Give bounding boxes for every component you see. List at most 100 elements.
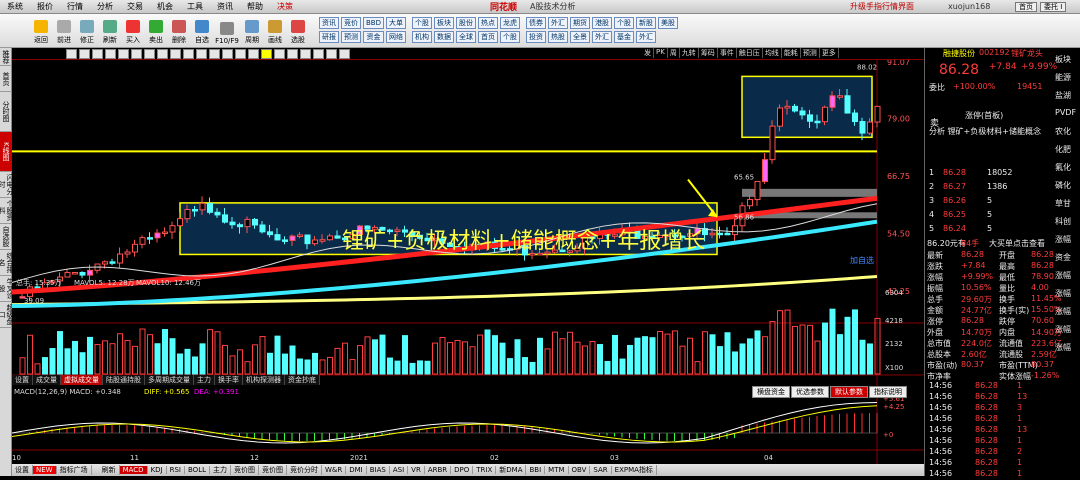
draw-tool-2[interactable] (92, 49, 103, 59)
toolbar-g2-button-5[interactable]: 机构 (412, 31, 432, 43)
sidebar-tab-0[interactable]: 推荐 (0, 48, 12, 66)
indicator-tab-23[interactable]: MTM (545, 466, 569, 474)
indicator-tab-24[interactable]: OBV (569, 466, 591, 474)
period-button-4[interactable]: 筹码 (699, 48, 718, 58)
draw-tool-8[interactable] (170, 49, 181, 59)
draw-tool-20[interactable] (326, 49, 337, 59)
toolbar-g3-button-10[interactable]: 外汇 (592, 31, 612, 43)
indicator-tab-11[interactable]: 竞价图 (259, 465, 287, 475)
toolbar-g3-button-3[interactable]: 港股 (592, 17, 612, 29)
period-button-6[interactable]: 触日压 (737, 48, 763, 58)
toolbar-g1-button-1[interactable]: 竞价 (341, 17, 361, 29)
draw-tool-14[interactable] (248, 49, 259, 59)
toolbar-g3-button-2[interactable]: 期货 (570, 17, 590, 29)
toolbar-g2-button-8[interactable]: 首页 (478, 31, 498, 43)
draw-tool-18[interactable] (300, 49, 311, 59)
volume-tab-3[interactable]: 陆股通持股 (103, 375, 145, 385)
toolbar-g2-button-1[interactable]: 板块 (434, 17, 454, 29)
menu-help[interactable]: 帮助 (240, 1, 270, 12)
draw-tool-4[interactable] (118, 49, 129, 59)
toolbar-g1-button-7[interactable]: 网络 (386, 31, 406, 43)
volume-tab-1[interactable]: 成交量 (33, 375, 61, 385)
menu-trade[interactable]: 交易 (120, 1, 150, 12)
period-button-9[interactable]: 预测 (801, 48, 820, 58)
sidebar-tab-5[interactable]: 个股资料 (0, 198, 14, 224)
draw-tool-6[interactable] (144, 49, 155, 59)
menu-quote[interactable]: 报价 (30, 1, 60, 12)
indicator-param-tab-0[interactable]: 横盘资金 (752, 386, 790, 398)
sidebar-tab-6[interactable]: 自选股 (0, 224, 12, 250)
forward-button[interactable]: 前进 (53, 17, 75, 47)
indicator-tab-13[interactable]: W&R (322, 466, 347, 474)
volume-tab-8[interactable]: 资金抄底 (285, 375, 320, 385)
indicator-tab-7[interactable]: RSI (167, 466, 185, 474)
indicator-param-tab-1[interactable]: 优选参数 (791, 386, 829, 398)
sidebar-tab-4[interactable]: 闪电分时 (0, 172, 14, 198)
sidebar-tab-9[interactable]: 超级盘口 (0, 302, 14, 328)
draw-tool-15[interactable] (261, 49, 272, 59)
toolbar-g3-button-9[interactable]: 全景 (570, 31, 590, 43)
toolbar-g2-button-7[interactable]: 全球 (456, 31, 476, 43)
menu-opportunity[interactable]: 机会 (150, 1, 180, 12)
toolbar-g2-button-6[interactable]: 数据 (434, 31, 454, 43)
indicator-tab-17[interactable]: VR (408, 466, 425, 474)
period-button-10[interactable]: 更多 (820, 48, 839, 58)
draw-tool-3[interactable] (105, 49, 116, 59)
period-button-8[interactable]: 能耗 (782, 48, 801, 58)
draw-tool-12[interactable] (222, 49, 233, 59)
toolbar-g1-button-5[interactable]: 预测 (341, 31, 361, 43)
period-button-0[interactable]: 发 (642, 48, 654, 58)
watchlist-button[interactable]: 自选 (191, 17, 213, 47)
toolbar-g3-button-12[interactable]: 外汇 (636, 31, 656, 43)
indicator-tab-20[interactable]: TRIX (473, 466, 497, 474)
pick-stock-button[interactable]: 选股 (287, 17, 309, 47)
draw-tool-5[interactable] (131, 49, 142, 59)
menu-tools[interactable]: 工具 (180, 1, 210, 12)
toolbar-g1-button-2[interactable]: BBD (363, 17, 384, 29)
kline-chart[interactable]: 91.0779.0066.7554.5042.2588.0239.0965.65… (12, 48, 924, 476)
indicator-tab-19[interactable]: DPO (451, 466, 474, 474)
period-button-1[interactable]: PK (654, 48, 668, 58)
menu-analysis[interactable]: 分析 (90, 1, 120, 12)
indicator-tab-4[interactable]: 刷新 (99, 465, 120, 475)
period-button-5[interactable]: 事件 (718, 48, 737, 58)
draw-tool-10[interactable] (196, 49, 207, 59)
toolbar-g3-button-4[interactable]: 个股 (614, 17, 634, 29)
toolbar-g2-button-2[interactable]: 股份 (456, 17, 476, 29)
upgrade-link[interactable]: 升级手指行情界面 (850, 1, 914, 12)
draw-tool-11[interactable] (209, 49, 220, 59)
refresh-button[interactable]: 刷新 (99, 17, 121, 47)
volume-tab-4[interactable]: 多周期成交量 (145, 375, 194, 385)
indicator-tab-5[interactable]: MACD (119, 466, 148, 474)
buy-button[interactable]: 买入 (122, 17, 144, 47)
indicator-tab-15[interactable]: BIAS (367, 466, 390, 474)
period-button[interactable]: 周期 (241, 17, 263, 47)
period-button-2[interactable]: 周 (668, 48, 680, 58)
volume-tab-0[interactable]: 设置 (12, 375, 33, 385)
sidebar-tab-2[interactable]: 分时图 (0, 92, 12, 132)
indicator-tab-8[interactable]: BOLL (185, 466, 210, 474)
back-button[interactable]: 返回 (30, 17, 52, 47)
volume-tab-5[interactable]: 主力 (194, 375, 215, 385)
draw-tool-16[interactable] (274, 49, 285, 59)
indicator-tab-25[interactable]: SAR (590, 466, 612, 474)
sidebar-tab-1[interactable]: 首页 (0, 66, 12, 92)
f10-button[interactable]: F10/F9 (214, 17, 240, 47)
draw-tool-9[interactable] (183, 49, 194, 59)
toolbar-g3-button-11[interactable]: 基金 (614, 31, 634, 43)
toolbar-g1-button-6[interactable]: 资金 (363, 31, 384, 43)
toolbar-g3-button-8[interactable]: 热股 (548, 31, 568, 43)
toolbar-g2-button-4[interactable]: 龙虎 (500, 17, 520, 29)
indicator-tab-0[interactable]: 设置 (12, 465, 33, 475)
indicator-tab-16[interactable]: ASI (390, 466, 409, 474)
volume-tab-7[interactable]: 机构探测器 (243, 375, 285, 385)
indicator-tab-21[interactable]: 新DMA (496, 465, 527, 475)
sidebar-tab-7[interactable]: 综合排名 (0, 250, 14, 276)
toolbar-g3-button-6[interactable]: 美股 (658, 17, 678, 29)
indicator-tab-6[interactable]: KDJ (148, 466, 167, 474)
indicator-tab-1[interactable]: NEW (33, 466, 57, 474)
draw-tool-17[interactable] (287, 49, 298, 59)
draw-tool-0[interactable] (66, 49, 77, 59)
toolbar-g2-button-0[interactable]: 个股 (412, 17, 432, 29)
draw-tool-7[interactable] (157, 49, 168, 59)
